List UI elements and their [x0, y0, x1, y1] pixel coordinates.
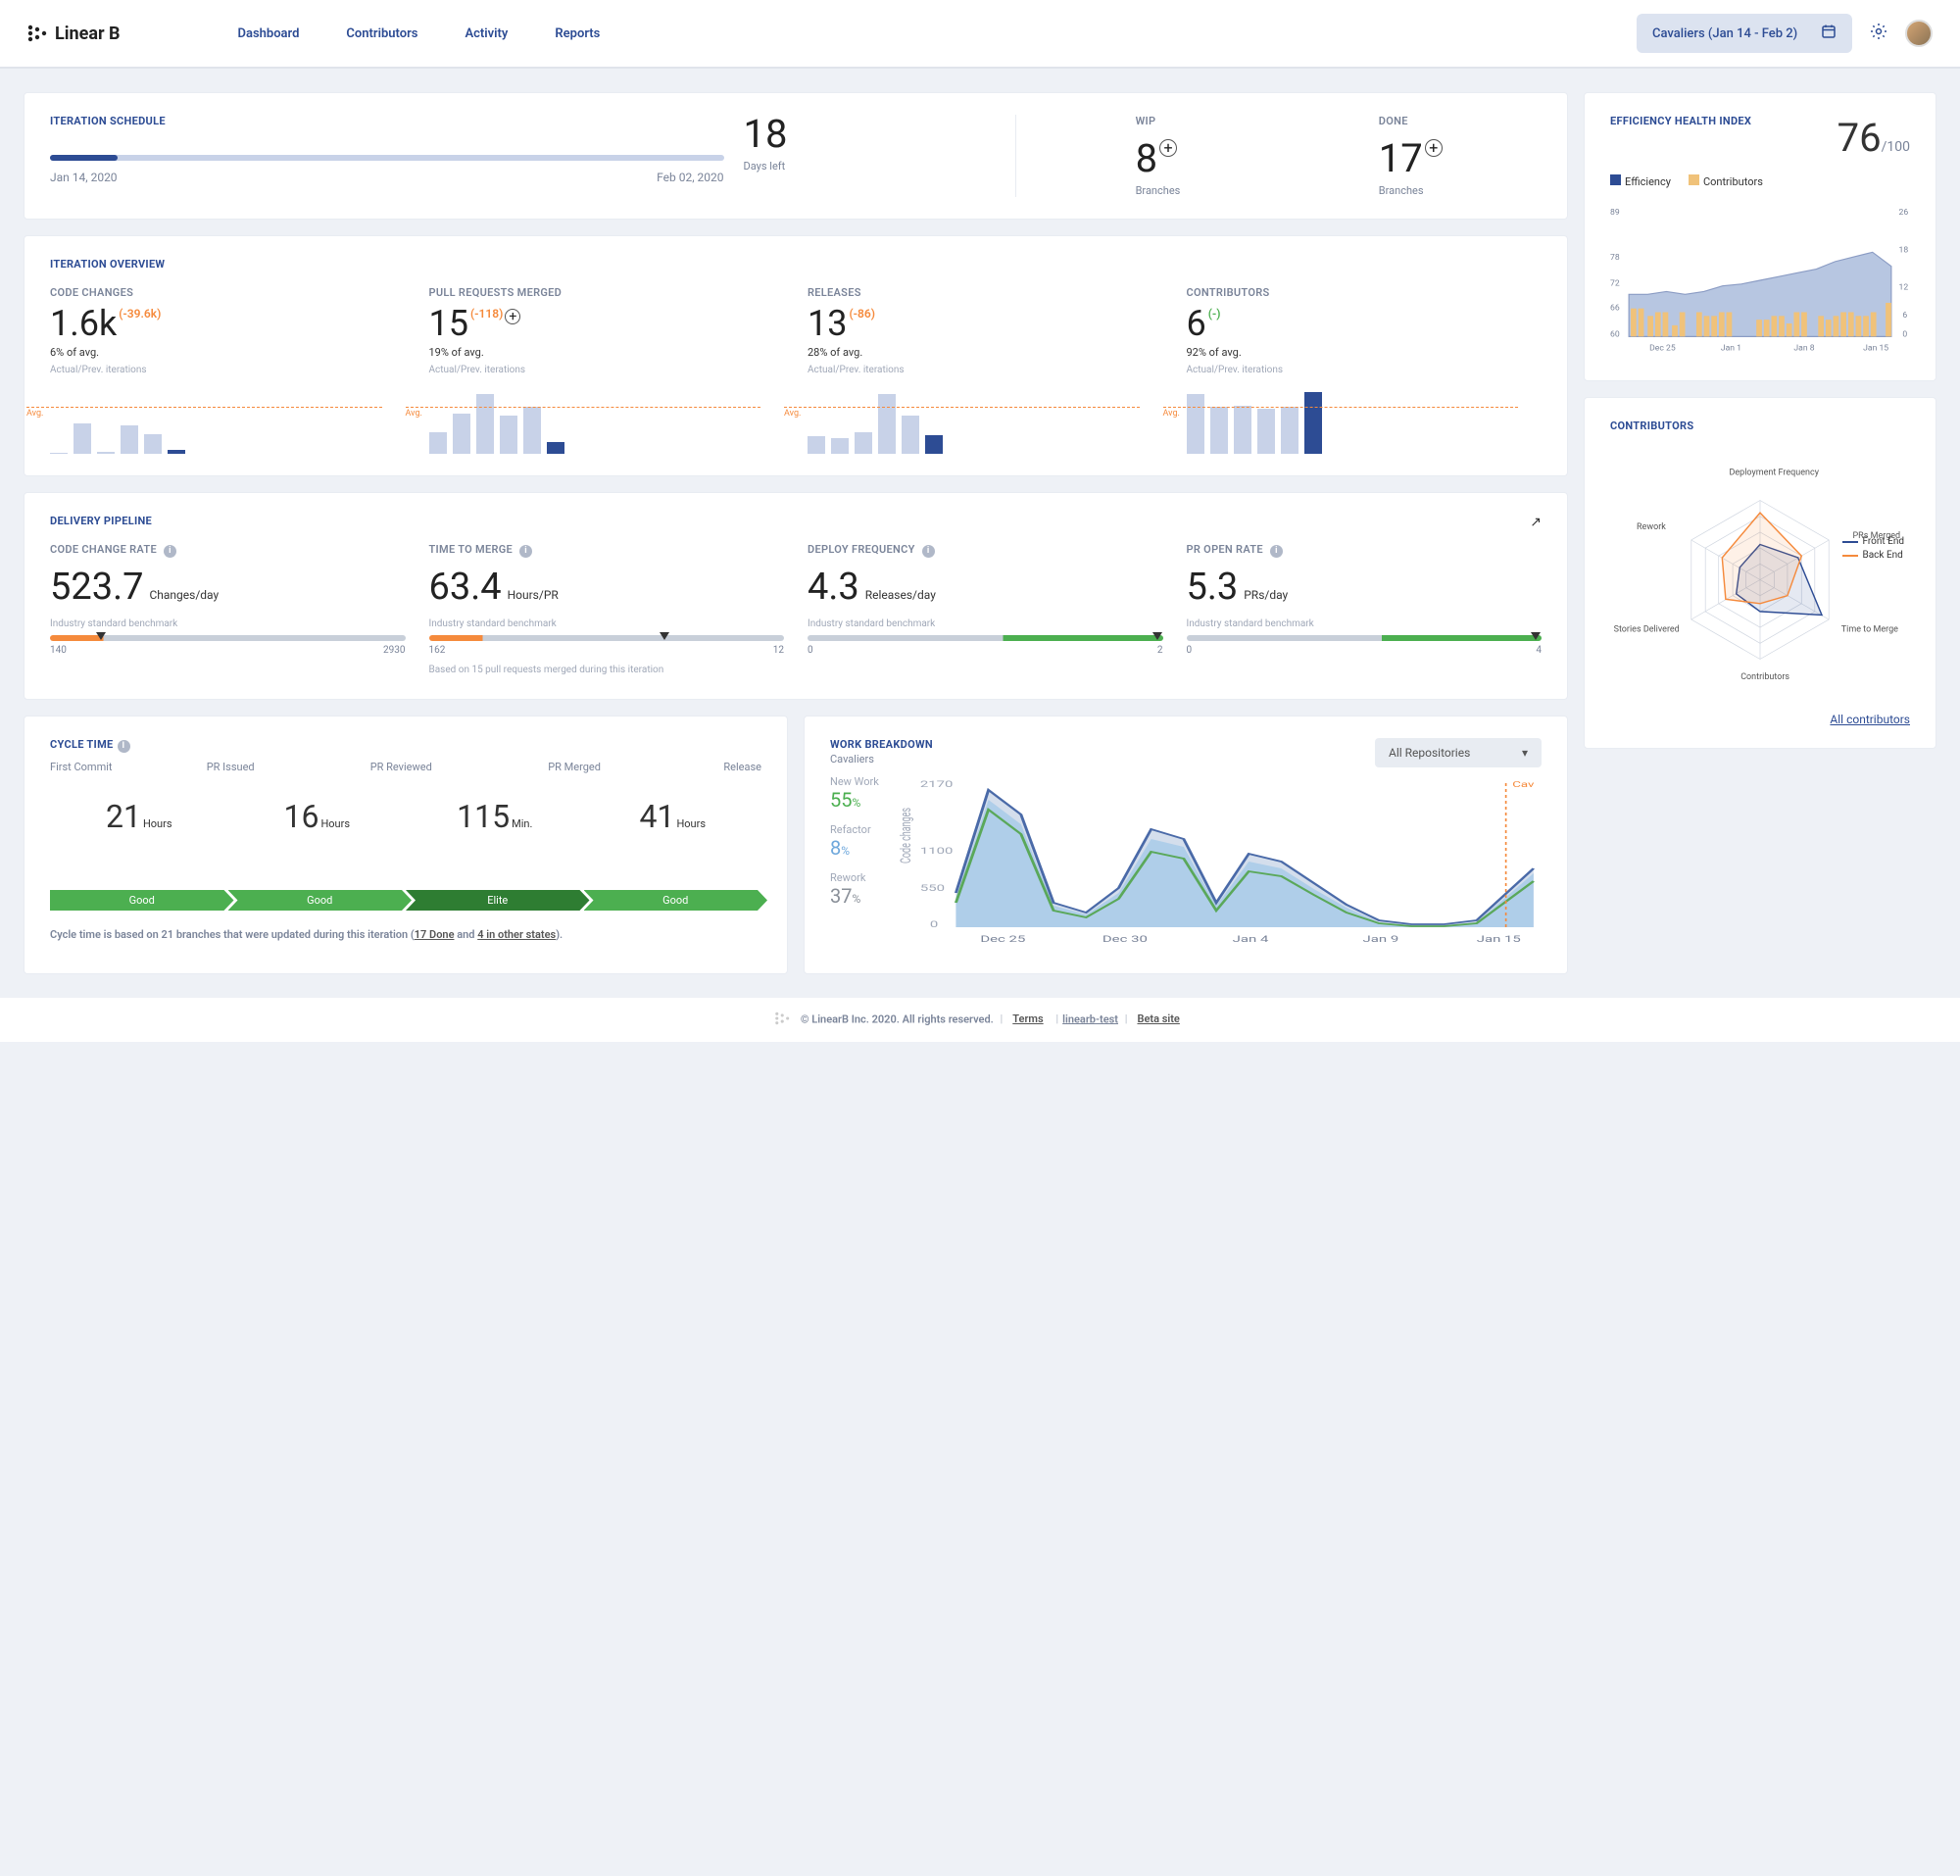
- calendar-icon: [1821, 24, 1837, 43]
- svg-text:2170: 2170: [920, 780, 954, 790]
- svg-text:Rework: Rework: [1637, 522, 1666, 532]
- days-left-value: 18: [744, 115, 997, 154]
- repo-select[interactable]: All Repositories ▾: [1375, 738, 1542, 767]
- logo[interactable]: Linear B: [27, 24, 121, 44]
- delivery-pipeline-card: ↗ DELIVERY PIPELINE CODE CHANGE RATE i 5…: [24, 492, 1568, 700]
- svg-text:12: 12: [1899, 283, 1909, 293]
- logo-text: Linear B: [55, 24, 121, 44]
- svg-text:550: 550: [920, 884, 945, 894]
- top-header: Linear B Dashboard Contributors Activity…: [0, 0, 1960, 69]
- svg-text:Time to Merge: Time to Merge: [1841, 625, 1898, 635]
- pipeline-metric: TIME TO MERGE i 63.4Hours/PR Industry st…: [429, 543, 785, 677]
- gear-icon[interactable]: [1870, 23, 1887, 44]
- wip-value: 8+: [1136, 139, 1181, 178]
- overview-metric: PULL REQUESTS MERGED 15(-118)+ 19% of av…: [429, 286, 785, 454]
- iteration-overview-title: ITERATION OVERVIEW: [50, 258, 1542, 271]
- iteration-schedule-title: ITERATION SCHEDULE: [50, 115, 724, 127]
- footer-beta-link[interactable]: Beta site: [1137, 1012, 1179, 1025]
- done-value: 17+: [1379, 139, 1443, 178]
- nav-activity[interactable]: Activity: [465, 26, 508, 41]
- expand-icon[interactable]: ↗: [1530, 515, 1542, 530]
- svg-text:26: 26: [1899, 208, 1909, 218]
- svg-text:Jan 1: Jan 1: [1721, 344, 1741, 354]
- logo-icon: [27, 25, 49, 42]
- pipeline-metric: PR OPEN RATE i 5.3PRs/day Industry stand…: [1187, 543, 1543, 677]
- work-breakdown-card: WORK BREAKDOWN Cavaliers All Repositorie…: [804, 716, 1568, 974]
- svg-text:Jan 4: Jan 4: [1233, 935, 1269, 945]
- footer: © LinearB Inc. 2020. All rights reserved…: [0, 998, 1960, 1042]
- svg-text:Jan 15: Jan 15: [1863, 344, 1888, 354]
- plus-icon[interactable]: +: [1159, 139, 1177, 157]
- iter-start-date: Jan 14, 2020: [50, 171, 118, 184]
- efficiency-card: EFFICIENCY HEALTH INDEX 76/100 Efficienc…: [1584, 92, 1936, 381]
- svg-text:89: 89: [1610, 208, 1620, 218]
- info-icon[interactable]: i: [118, 740, 130, 753]
- iteration-overview-card: ITERATION OVERVIEW CODE CHANGES 1.6k(-39…: [24, 235, 1568, 476]
- days-left-label: Days left: [744, 160, 997, 173]
- main-nav: Dashboard Contributors Activity Reports: [238, 26, 601, 41]
- overview-metric: CODE CHANGES 1.6k(-39.6k) 6% of avg. Act…: [50, 286, 406, 454]
- svg-text:Code changes: Code changes: [899, 808, 915, 864]
- delivery-pipeline-title: DELIVERY PIPELINE: [50, 515, 1542, 527]
- svg-text:0: 0: [930, 920, 938, 930]
- svg-text:Contributors: Contributors: [1740, 672, 1789, 682]
- cycle-time-note: Cycle time is based on 21 branches that …: [50, 928, 761, 941]
- nav-dashboard[interactable]: Dashboard: [238, 26, 300, 41]
- svg-text:Dec 25: Dec 25: [980, 935, 1025, 945]
- svg-text:Jan 9: Jan 9: [1362, 935, 1398, 945]
- svg-text:Jan 15: Jan 15: [1477, 935, 1521, 945]
- all-contributors-link[interactable]: All contributors: [1610, 713, 1910, 726]
- footer-logo-icon: [774, 1015, 795, 1028]
- nav-reports[interactable]: Reports: [555, 26, 600, 41]
- footer-terms-link[interactable]: Terms: [1012, 1012, 1043, 1025]
- date-range-picker[interactable]: Cavaliers (Jan 14 - Feb 2): [1637, 14, 1852, 53]
- efficiency-chart: 89 78 72 66 60 26 18 12 6 0: [1610, 202, 1910, 359]
- svg-text:Dec 30: Dec 30: [1102, 935, 1148, 945]
- svg-text:1100: 1100: [920, 847, 954, 857]
- svg-text:60: 60: [1610, 329, 1620, 339]
- svg-text:Cav: Cav: [1512, 780, 1535, 789]
- cycle-time-card: CYCLE TIMEi First Commit PR Issued PR Re…: [24, 716, 788, 974]
- svg-text:0: 0: [1902, 329, 1907, 339]
- radar-chart: Deployment Frequency PRs Merged Time to …: [1610, 448, 1910, 703]
- work-breakdown-chart: Code changes 2170 1100 550 0 Cav Dec 25: [891, 775, 1542, 952]
- cycle-time-title: CYCLE TIMEi: [50, 738, 761, 753]
- nav-contributors[interactable]: Contributors: [346, 26, 417, 41]
- svg-text:Jan 8: Jan 8: [1793, 344, 1814, 354]
- iteration-schedule-card: ITERATION SCHEDULE Jan 14, 2020 Feb 02, …: [24, 92, 1568, 220]
- svg-text:72: 72: [1610, 279, 1620, 289]
- iter-end-date: Feb 02, 2020: [657, 171, 723, 184]
- contributors-radar-card: CONTRIBUTORS: [1584, 397, 1936, 749]
- ehi-score: 76/100: [1838, 115, 1910, 161]
- chevron-down-icon: ▾: [1522, 746, 1528, 760]
- overview-metric: RELEASES 13(-86) 28% of avg. Actual/Prev…: [808, 286, 1163, 454]
- cycle-done-link[interactable]: 17 Done: [415, 928, 455, 941]
- plus-icon[interactable]: +: [1425, 139, 1443, 157]
- pipeline-metric: DEPLOY FREQUENCY i 4.3Releases/day Indus…: [808, 543, 1163, 677]
- svg-text:78: 78: [1610, 253, 1620, 263]
- done-label: DONE: [1379, 115, 1443, 127]
- date-range-label: Cavaliers (Jan 14 - Feb 2): [1652, 26, 1797, 41]
- svg-text:Stories Delivered: Stories Delivered: [1614, 625, 1680, 635]
- svg-text:Dec 25: Dec 25: [1649, 344, 1676, 354]
- cycle-other-link[interactable]: 4 in other states: [477, 928, 556, 941]
- svg-text:6: 6: [1902, 311, 1907, 321]
- svg-text:66: 66: [1610, 304, 1620, 314]
- svg-text:Deployment Frequency: Deployment Frequency: [1730, 468, 1820, 477]
- pipeline-metric: CODE CHANGE RATE i 523.7Changes/day Indu…: [50, 543, 406, 677]
- avatar[interactable]: [1905, 20, 1933, 47]
- wip-label: WIP: [1136, 115, 1181, 127]
- overview-metric: CONTRIBUTORS 6(-) 92% of avg. Actual/Pre…: [1187, 286, 1543, 454]
- svg-text:18: 18: [1899, 245, 1909, 255]
